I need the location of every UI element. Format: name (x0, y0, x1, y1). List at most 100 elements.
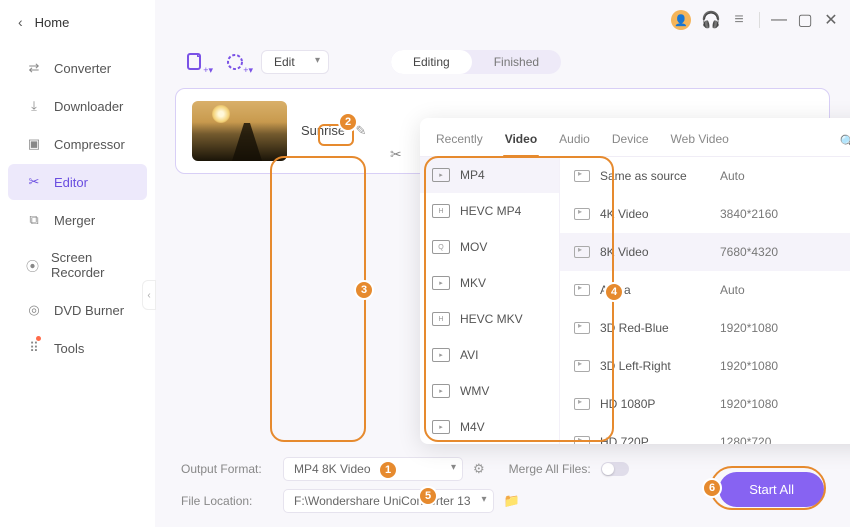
file-location-label: File Location: (181, 494, 273, 508)
format-mp4[interactable]: ▸MP4 (420, 157, 559, 193)
tab-video[interactable]: Video (503, 128, 539, 156)
sidebar-item-screen-recorder[interactable]: ⦿ Screen Recorder (8, 240, 147, 290)
format-panel: Recently Video Audio Device Web Video 🔍 … (420, 118, 850, 444)
merge-toggle[interactable] (601, 462, 629, 476)
main-area: +▾ +▾ Edit Editing Finished Sunrise ✎ ✂ … (155, 0, 850, 527)
film-icon: H (432, 204, 450, 218)
video-icon (574, 436, 590, 444)
home-label: Home (35, 15, 70, 30)
add-url-button[interactable]: +▾ (221, 50, 249, 74)
compress-icon: ▣ (26, 136, 42, 152)
nav-label: Downloader (54, 99, 123, 114)
profile-row[interactable]: HD 1080P1920*1080✎ (560, 385, 850, 423)
profile-row[interactable]: 3D Left-Right1920*1080✎ (560, 347, 850, 385)
profile-row[interactable]: Same as sourceAuto✎ (560, 157, 850, 195)
start-all-button[interactable]: Start All (719, 472, 824, 507)
output-format-value: MP4 8K Video (294, 462, 371, 476)
video-icon (574, 360, 590, 372)
nav-label: Converter (54, 61, 111, 76)
callout-1: 1 (378, 460, 398, 480)
tab-device[interactable]: Device (610, 128, 651, 156)
pill-finished[interactable]: Finished (472, 50, 561, 74)
sidebar-item-compressor[interactable]: ▣ Compressor (8, 126, 147, 162)
sidebar: ‹ Home ⇄ Converter ⤓ Downloader ▣ Compre… (0, 0, 155, 527)
film-icon: Q (432, 240, 450, 254)
format-m4v[interactable]: ▸M4V (420, 409, 559, 444)
format-hevc-mp4[interactable]: HHEVC MP4 (420, 193, 559, 229)
film-icon: ▸ (432, 276, 450, 290)
collapse-sidebar-button[interactable]: ‹ (142, 280, 156, 310)
profile-row[interactable]: HD 720P1280*720✎ (560, 423, 850, 444)
sidebar-item-merger[interactable]: ⧉ Merger (8, 202, 147, 238)
film-icon: ▸ (432, 348, 450, 362)
merge-label: Merge All Files: (509, 462, 591, 476)
output-format-dropdown[interactable]: MP4 8K Video ▾ (283, 457, 463, 481)
disc-icon: ◎ (26, 302, 42, 318)
chevron-down-icon: ▾ (482, 494, 487, 505)
scissors-icon: ✂ (26, 174, 42, 190)
converter-icon: ⇄ (26, 60, 42, 76)
chevron-down-icon: ▾ (451, 462, 456, 473)
file-location-dropdown[interactable]: F:\Wondershare UniConverter 13 ▾ (283, 489, 494, 513)
video-icon (574, 208, 590, 220)
pill-editing[interactable]: Editing (391, 50, 472, 74)
add-file-button[interactable]: +▾ (181, 50, 209, 74)
edit-mode-dropdown[interactable]: Edit (261, 50, 329, 74)
callout-3: 3 (354, 280, 374, 300)
toolbar: +▾ +▾ Edit Editing Finished (155, 40, 850, 80)
video-icon (574, 398, 590, 410)
nav-label: Editor (54, 175, 88, 190)
edit-dd-label: Edit (274, 55, 295, 69)
chevron-left-icon: ‹ (18, 14, 23, 30)
film-icon: ▸ (432, 420, 450, 434)
settings-icon[interactable]: ⚙ (473, 461, 485, 477)
record-icon: ⦿ (26, 257, 39, 273)
profile-row[interactable]: 8K Video7680*4320✎ (560, 233, 850, 271)
callout-6: 6 (702, 478, 722, 498)
cut-icon[interactable]: ✂ (390, 146, 402, 163)
new-dot-icon (36, 336, 41, 341)
video-icon (574, 170, 590, 182)
search-icon: 🔍 (840, 134, 850, 150)
status-pills: Editing Finished (391, 50, 561, 74)
sidebar-item-tools[interactable]: ⠿ Tools (8, 330, 147, 366)
profile-row[interactable]: 4K Video3840*2160✎ (560, 195, 850, 233)
sidebar-item-downloader[interactable]: ⤓ Downloader (8, 88, 147, 124)
bottom-bar: Output Format: MP4 8K Video ▾ ⚙ Merge Al… (155, 447, 850, 527)
tab-web-video[interactable]: Web Video (669, 128, 731, 156)
callout-5: 5 (418, 486, 438, 506)
sidebar-item-converter[interactable]: ⇄ Converter (8, 50, 147, 86)
format-hevc-mkv[interactable]: HHEVC MKV (420, 301, 559, 337)
panel-search[interactable]: 🔍 Search (840, 134, 850, 150)
nav-label: Screen Recorder (51, 250, 129, 280)
tab-audio[interactable]: Audio (557, 128, 592, 156)
merge-icon: ⧉ (26, 212, 42, 228)
nav-label: DVD Burner (54, 303, 124, 318)
panel-tabs: Recently Video Audio Device Web Video 🔍 … (420, 118, 850, 157)
film-icon: ▸ (432, 384, 450, 398)
callout-2: 2 (338, 112, 358, 132)
home-back[interactable]: ‹ Home (0, 8, 155, 48)
media-thumbnail[interactable] (192, 101, 287, 161)
profile-row[interactable]: 3D Red-Blue1920*1080✎ (560, 309, 850, 347)
nav-label: Tools (54, 341, 84, 356)
format-wmv[interactable]: ▸WMV (420, 373, 559, 409)
callout-4: 4 (604, 282, 624, 302)
download-icon: ⤓ (26, 98, 42, 114)
folder-open-icon[interactable]: 📁 (504, 493, 520, 509)
format-list: ▸MP4 HHEVC MP4 QMOV ▸MKV HHEVC MKV ▸AVI … (420, 157, 560, 444)
video-icon (574, 246, 590, 258)
sidebar-item-editor[interactable]: ✂ Editor (8, 164, 147, 200)
film-icon: ▸ (432, 168, 450, 182)
format-avi[interactable]: ▸AVI (420, 337, 559, 373)
output-format-label: Output Format: (181, 462, 273, 476)
format-mkv[interactable]: ▸MKV (420, 265, 559, 301)
format-mov[interactable]: QMOV (420, 229, 559, 265)
film-icon: H (432, 312, 450, 326)
sidebar-item-dvd-burner[interactable]: ◎ DVD Burner (8, 292, 147, 328)
video-icon (574, 284, 590, 296)
file-location-value: F:\Wondershare UniConverter 13 (294, 494, 471, 508)
profile-list: Same as sourceAuto✎ 4K Video3840*2160✎ 8… (560, 157, 850, 444)
nav-label: Compressor (54, 137, 125, 152)
tab-recently[interactable]: Recently (434, 128, 485, 156)
